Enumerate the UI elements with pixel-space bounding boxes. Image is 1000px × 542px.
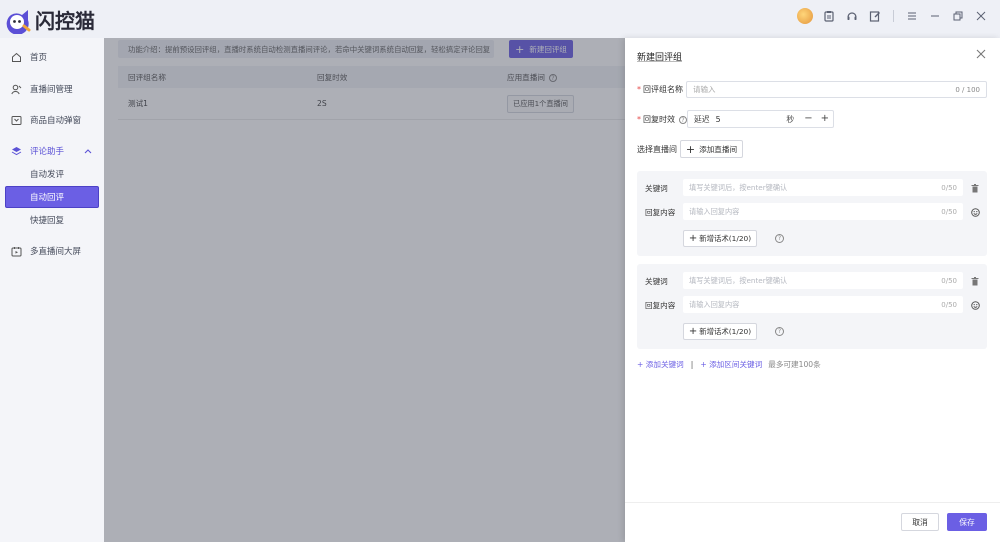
sidebar-item-multi-screen[interactable]: 多直播间大屏 <box>0 241 104 261</box>
button-label: 新增话术(1/20) <box>699 327 752 336</box>
headset-icon[interactable] <box>845 9 859 23</box>
add-keyword-link[interactable]: + 添加关键词 <box>637 359 684 370</box>
app-logo: 闪控猫 <box>2 5 95 35</box>
reply-delay-label: * 回复时效? <box>637 114 687 125</box>
char-counter: 0/50 <box>941 300 957 309</box>
placeholder-text: 请输入回复内容 <box>689 206 740 216</box>
app-name: 闪控猫 <box>35 9 95 33</box>
placeholder-text: 填写关键词后，按enter键确认 <box>689 182 788 192</box>
delay-prefix: 延迟 <box>694 114 710 124</box>
sidebar-subitem-auto-reply[interactable]: 自动回评 <box>5 186 99 208</box>
keyword-label: 关键词 <box>645 277 668 286</box>
add-room-button[interactable]: + 添加直播间 <box>680 140 743 158</box>
avatar-icon[interactable] <box>797 8 813 24</box>
group-name-label: * 回评组名称 <box>637 85 683 94</box>
drawer-footer: 取消 保存 <box>625 502 1000 542</box>
keyword-label: 关键词 <box>645 184 668 193</box>
sidebar-item-label: 商品自动弹窗 <box>30 116 82 126</box>
trash-icon[interactable] <box>970 183 980 193</box>
sidebar-subitem-label: 自动回评 <box>30 193 65 203</box>
restore-icon[interactable] <box>951 9 965 23</box>
reply-content-label: 回复内容 <box>645 208 676 217</box>
box-icon <box>11 115 22 126</box>
plus-icon: + <box>688 325 698 337</box>
comment-icon <box>11 146 22 157</box>
save-button[interactable]: 保存 <box>947 513 987 531</box>
divider <box>893 10 894 22</box>
char-counter: 0/50 <box>941 183 957 192</box>
sidebar-item-label: 多直播间大屏 <box>30 247 82 257</box>
button-label: 添加直播间 <box>699 144 738 154</box>
plus-icon: + <box>688 232 698 244</box>
sidebar-subitem-quick-reply[interactable]: 快捷回复 <box>5 209 99 231</box>
sidebar-item-label: 首页 <box>30 53 48 63</box>
plus-icon[interactable]: + <box>817 114 833 124</box>
close-icon[interactable] <box>974 9 988 23</box>
trash-icon[interactable] <box>970 276 980 286</box>
sidebar-subitem-label: 快捷回复 <box>30 216 65 226</box>
drawer-title: 新建回评组 <box>637 53 683 63</box>
keyword-input[interactable]: 填写关键词后，按enter键确认 0/50 <box>683 272 963 289</box>
help-icon[interactable]: ? <box>775 327 784 336</box>
plus-icon: + <box>685 142 696 156</box>
sidebar-item-comment-assistant[interactable]: 评论助手 <box>0 141 104 161</box>
reply-delay-stepper[interactable]: 延迟 5 秒 − + <box>687 110 834 128</box>
help-icon[interactable]: ? <box>775 234 784 243</box>
reply-content-input[interactable]: 请输入回复内容 0/50 <box>683 296 963 313</box>
sidebar-item-label: 评论助手 <box>30 147 65 157</box>
reply-content-label: 回复内容 <box>645 301 676 310</box>
menu-icon[interactable] <box>905 9 919 23</box>
char-counter: 0/50 <box>941 207 957 216</box>
reply-content-input[interactable]: 请输入回复内容 0/50 <box>683 203 963 220</box>
sidebar-item-live-room[interactable]: 直播间管理 <box>0 79 104 99</box>
placeholder-text: 请输入 <box>693 85 716 94</box>
sidebar-item-product-popup[interactable]: 商品自动弹窗 <box>0 110 104 130</box>
edit-icon[interactable] <box>868 9 882 23</box>
label-text: 回复时效 <box>643 115 675 124</box>
clipboard-icon[interactable] <box>822 9 836 23</box>
cancel-button[interactable]: 取消 <box>901 513 939 531</box>
add-script-button[interactable]: + 新增话术(1/20) <box>683 323 757 340</box>
sidebar-item-label: 直播间管理 <box>30 85 73 95</box>
title-bar: 闪控猫 <box>0 0 1000 38</box>
add-script-button[interactable]: + 新增话术(1/20) <box>683 230 757 247</box>
user-icon <box>11 84 22 95</box>
cat-logo-icon <box>2 6 32 35</box>
emoji-icon[interactable] <box>970 207 980 217</box>
sidebar-subitem-auto-comment[interactable]: 自动发评 <box>5 163 99 185</box>
select-room-label: 选择直播间 <box>637 145 677 154</box>
divider: | <box>690 360 694 369</box>
sidebar: 首页 直播间管理 商品自动弹窗 评论助手 自动发评 自动回评 快捷回复 多直播间… <box>0 38 104 542</box>
add-range-keyword-link[interactable]: + 添加区间关键词 <box>700 359 762 370</box>
screen-icon <box>11 246 22 257</box>
placeholder-text: 请输入回复内容 <box>689 299 740 309</box>
sidebar-item-home[interactable]: 首页 <box>0 47 104 67</box>
keyword-rule-card: 关键词 填写关键词后，按enter键确认 0/50 回复内容 请输入回复内容 0… <box>637 264 987 349</box>
help-icon[interactable]: ? <box>679 115 687 124</box>
sidebar-subitem-label: 自动发评 <box>30 170 65 180</box>
char-counter: 0/50 <box>941 276 957 285</box>
delay-value[interactable]: 5 <box>716 115 781 124</box>
char-counter: 0 / 100 <box>955 85 980 94</box>
minimize-icon[interactable] <box>928 9 942 23</box>
keyword-input[interactable]: 填写关键词后，按enter键确认 0/50 <box>683 179 963 196</box>
delay-unit: 秒 <box>786 114 795 124</box>
chevron-up-icon <box>84 147 92 157</box>
home-icon <box>11 52 22 63</box>
emoji-icon[interactable] <box>970 300 980 310</box>
keyword-rule-card: 关键词 填写关键词后，按enter键确认 0/50 回复内容 请输入回复内容 0… <box>637 171 987 256</box>
limit-hint: 最多可建100条 <box>768 360 821 369</box>
minus-icon[interactable]: − <box>800 114 816 124</box>
overlay-mask[interactable] <box>104 38 625 542</box>
add-keyword-links: + 添加关键词 | + 添加区间关键词 最多可建100条 <box>637 359 821 370</box>
button-label: 新增话术(1/20) <box>699 234 752 243</box>
new-group-drawer: 新建回评组 * 回评组名称 请输入 0 / 100 * 回复时效? 延迟 5 秒 −… <box>625 38 1000 542</box>
close-icon[interactable] <box>976 48 986 62</box>
placeholder-text: 填写关键词后，按enter键确认 <box>689 275 788 285</box>
group-name-input[interactable]: 请输入 0 / 100 <box>686 81 987 98</box>
label-text: 回评组名称 <box>643 85 683 94</box>
